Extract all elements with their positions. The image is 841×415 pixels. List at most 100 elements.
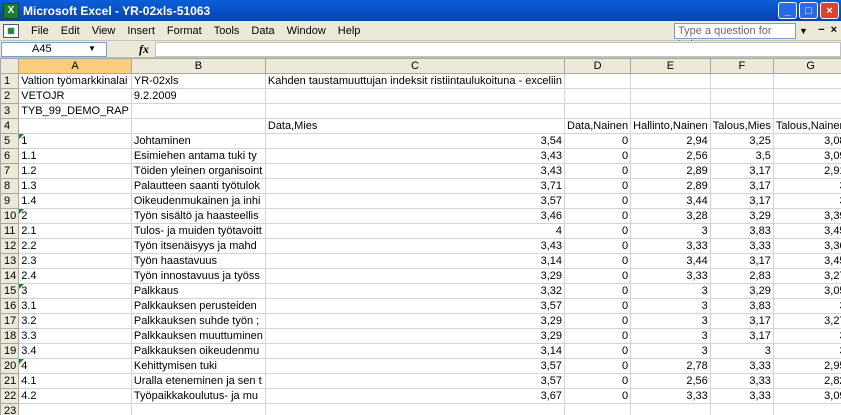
cell-c19[interactable]: 3,14 <box>265 343 566 359</box>
cell-d1[interactable] <box>564 73 632 89</box>
formula-input[interactable] <box>155 42 841 57</box>
cell-e22[interactable]: 3,33 <box>630 388 711 404</box>
cell-g11[interactable]: 3,45 <box>773 223 841 239</box>
cell-g17[interactable]: 3,27 <box>773 313 841 329</box>
cell-d5[interactable]: 0 <box>564 133 632 149</box>
row-header[interactable]: 8 <box>0 178 20 194</box>
menu-file[interactable]: File <box>25 25 55 37</box>
cell-d16[interactable]: 0 <box>564 298 632 314</box>
cell-f17[interactable]: 3,17 <box>710 313 774 329</box>
row-header[interactable]: 5 <box>0 133 20 149</box>
row-header[interactable]: 3 <box>0 103 20 119</box>
cell-g16[interactable]: 3 <box>773 298 841 314</box>
row-header[interactable]: 2 <box>0 88 20 104</box>
cell-a3[interactable]: TYB_99_DEMO_RAP <box>18 103 132 119</box>
row-header[interactable]: 7 <box>0 163 20 179</box>
cell-b12[interactable]: Työn itsenäisyys ja mahd <box>131 238 266 254</box>
cell-b19[interactable]: Palkkauksen oikeudenmu <box>131 343 266 359</box>
cell-a13[interactable]: 2.3 <box>18 253 132 269</box>
cell-g13[interactable]: 3,45 <box>773 253 841 269</box>
cell-a21[interactable]: 4.1 <box>18 373 132 389</box>
cell-f15[interactable]: 3,29 <box>710 283 774 299</box>
cell-b13[interactable]: Työn haastavuus <box>131 253 266 269</box>
cell-e10[interactable]: 3,28 <box>630 208 711 224</box>
cell-b14[interactable]: Työn innostavuus ja työss <box>131 268 266 284</box>
cell-f13[interactable]: 3,17 <box>710 253 774 269</box>
cell-a17[interactable]: 3.2 <box>18 313 132 329</box>
row-header[interactable]: 18 <box>0 328 20 344</box>
cell-b21[interactable]: Uralla eteneminen ja sen t <box>131 373 266 389</box>
cell-d15[interactable]: 0 <box>564 283 632 299</box>
cell-b17[interactable]: Palkkauksen suhde työn ; <box>131 313 266 329</box>
cell-e1[interactable] <box>630 73 711 89</box>
column-header-d[interactable]: D <box>563 58 632 74</box>
cell-d4[interactable]: Data,Nainen <box>564 118 632 134</box>
cell-b5[interactable]: Johtaminen <box>131 133 266 149</box>
cell-f16[interactable]: 3,83 <box>710 298 774 314</box>
cell-a22[interactable]: 4.2 <box>18 388 132 404</box>
cell-e12[interactable]: 3,33 <box>630 238 711 254</box>
cell-f23[interactable] <box>710 403 774 415</box>
cell-d8[interactable]: 0 <box>564 178 632 194</box>
cell-f7[interactable]: 3,17 <box>710 163 774 179</box>
row-header[interactable]: 19 <box>0 343 20 359</box>
cell-c14[interactable]: 3,29 <box>265 268 566 284</box>
cell-g8[interactable]: 3 <box>773 178 841 194</box>
cell-a9[interactable]: 1.4 <box>18 193 132 209</box>
cell-d13[interactable]: 0 <box>564 253 632 269</box>
row-header[interactable]: 15 <box>0 283 20 299</box>
cell-g1[interactable] <box>773 73 841 89</box>
cell-d20[interactable]: 0 <box>564 358 632 374</box>
help-search-input[interactable]: Type a question for help <box>674 23 796 51</box>
column-header-g[interactable]: G <box>772 58 841 74</box>
cell-e5[interactable]: 2,94 <box>630 133 711 149</box>
cell-d22[interactable]: 0 <box>564 388 632 404</box>
cell-b3[interactable] <box>131 103 266 119</box>
cell-b4[interactable] <box>131 118 266 134</box>
function-icon[interactable]: fx <box>139 42 149 57</box>
cell-e14[interactable]: 3,33 <box>630 268 711 284</box>
cell-e13[interactable]: 3,44 <box>630 253 711 269</box>
cell-c18[interactable]: 3,29 <box>265 328 566 344</box>
cell-g4[interactable]: Talous,Nainen <box>773 118 841 134</box>
row-header[interactable]: 22 <box>0 388 20 404</box>
menu-tools[interactable]: Tools <box>208 25 246 37</box>
excel-app-icon[interactable]: X <box>3 2 19 19</box>
cell-g18[interactable]: 3 <box>773 328 841 344</box>
cell-e4[interactable]: Hallinto,Nainen <box>630 118 711 134</box>
cell-g14[interactable]: 3,27 <box>773 268 841 284</box>
cell-f11[interactable]: 3,83 <box>710 223 774 239</box>
cell-a19[interactable]: 3.4 <box>18 343 132 359</box>
cell-f4[interactable]: Talous,Mies <box>710 118 774 134</box>
cell-f9[interactable]: 3,17 <box>710 193 774 209</box>
cell-d23[interactable] <box>564 403 632 415</box>
cell-c5[interactable]: 3,54 <box>265 133 566 149</box>
cell-e2[interactable] <box>630 88 711 104</box>
cell-a20[interactable]: 4 <box>18 358 132 374</box>
row-header[interactable]: 11 <box>0 223 20 239</box>
cell-g15[interactable]: 3,05 <box>773 283 841 299</box>
menu-help[interactable]: Help <box>332 25 367 37</box>
cell-e20[interactable]: 2,78 <box>630 358 711 374</box>
cell-c12[interactable]: 3,43 <box>265 238 566 254</box>
cell-f6[interactable]: 3,5 <box>710 148 774 164</box>
cell-b11[interactable]: Tulos- ja muiden työtavoitt <box>131 223 266 239</box>
row-header[interactable]: 13 <box>0 253 20 269</box>
menu-window[interactable]: Window <box>281 25 332 37</box>
cell-f1[interactable] <box>710 73 774 89</box>
cell-e3[interactable] <box>630 103 711 119</box>
cell-a8[interactable]: 1.3 <box>18 178 132 194</box>
cell-c11[interactable]: 4 <box>265 223 566 239</box>
cell-a7[interactable]: 1.2 <box>18 163 132 179</box>
cell-b7[interactable]: Töiden yleinen organisoint <box>131 163 266 179</box>
cell-c21[interactable]: 3,57 <box>265 373 566 389</box>
cell-f2[interactable] <box>710 88 774 104</box>
cell-b15[interactable]: Palkkaus <box>131 283 266 299</box>
cell-c1[interactable]: Kahden taustamuuttujan indeksit ristiint… <box>265 73 566 89</box>
column-header-f[interactable]: F <box>709 58 774 74</box>
cell-a14[interactable]: 2.4 <box>18 268 132 284</box>
chevron-down-icon[interactable]: ▼ <box>88 44 96 53</box>
cell-f14[interactable]: 2,83 <box>710 268 774 284</box>
cell-c10[interactable]: 3,46 <box>265 208 566 224</box>
menu-format[interactable]: Format <box>161 25 208 37</box>
